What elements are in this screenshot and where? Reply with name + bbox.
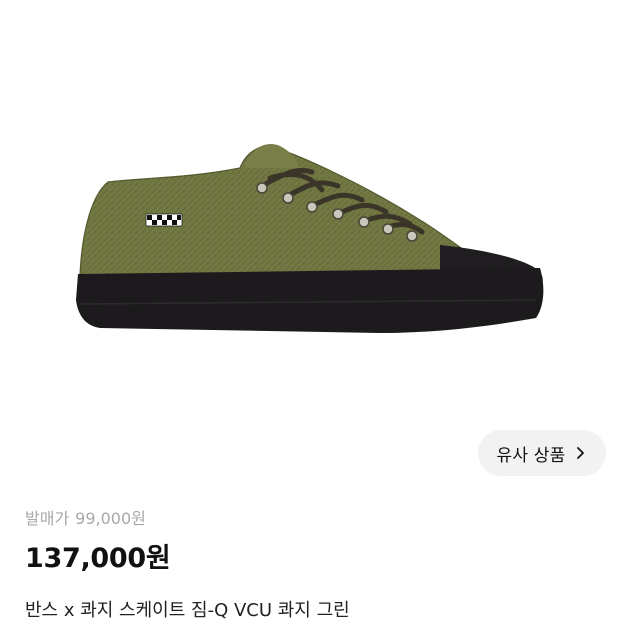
current-price: 137,000원: [25, 543, 171, 574]
similar-products-button[interactable]: 유사 상품: [478, 430, 606, 476]
release-price-label: 발매가: [25, 509, 70, 528]
release-price-value: 99,000원: [75, 509, 146, 528]
price-block: 발매가 99,000원 137,000원 반스 x 콰지 스케이트 짐-Q VC…: [25, 506, 595, 624]
release-price-row: 발매가 99,000원: [25, 506, 595, 528]
chevron-right-icon: [577, 447, 585, 459]
similar-products-label: 유사 상품: [496, 445, 566, 466]
product-image[interactable]: [0, 0, 620, 480]
product-name: 반스 x 콰지 스케이트 짐-Q VCU 콰지 그린: [25, 600, 350, 621]
sneaker-icon: [76, 144, 544, 333]
